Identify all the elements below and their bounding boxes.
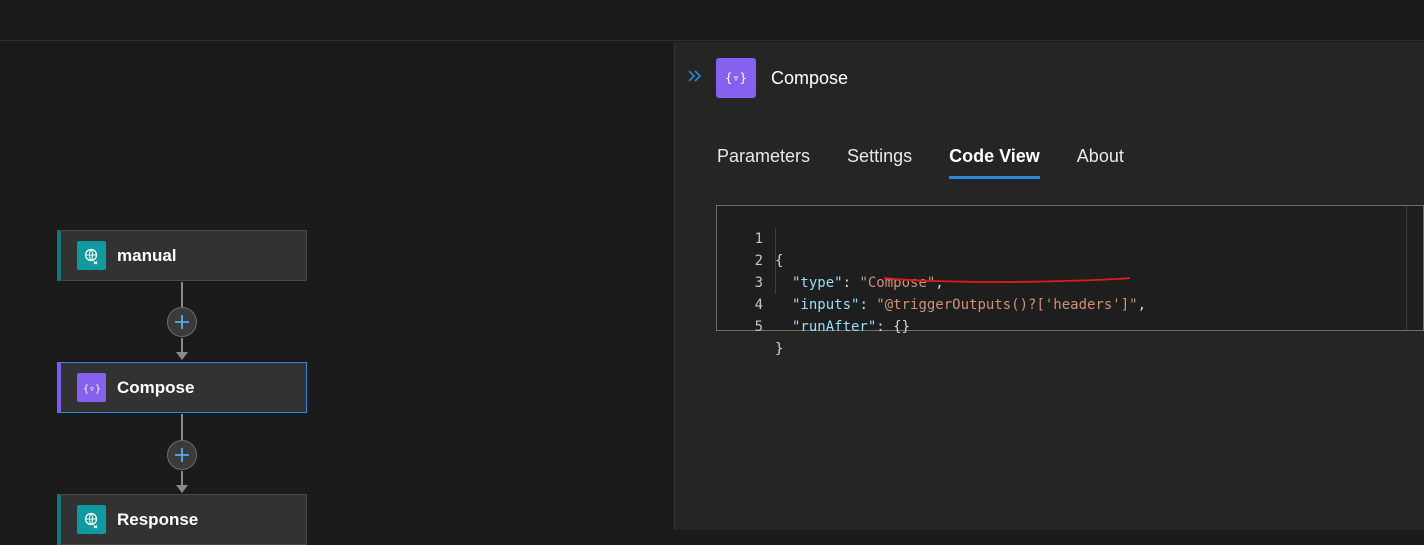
details-panel: {▿} Compose Parameters Settings Code Vie… <box>674 42 1424 530</box>
plus-icon <box>175 448 189 462</box>
flow-node-response[interactable]: Response <box>57 494 307 545</box>
compose-icon: {▿} <box>716 58 756 98</box>
flow-node-label: Response <box>117 509 199 529</box>
code-line: 3 "inputs": "@triggerOutputs()?['headers… <box>717 250 1146 313</box>
collapse-panel-button[interactable] <box>687 68 703 84</box>
code-line: 1 { <box>717 206 784 269</box>
svg-text:{▿}: {▿} <box>725 71 747 85</box>
svg-text:{▿}: {▿} <box>82 384 100 395</box>
insert-step-button[interactable] <box>167 440 197 470</box>
tab-parameters[interactable]: Parameters <box>717 146 810 179</box>
flow-node-label: Compose <box>117 377 195 397</box>
flow-node-manual[interactable]: manual <box>57 230 307 281</box>
red-underline-annotation <box>883 277 1131 283</box>
line-number: 5 <box>754 319 763 335</box>
double-chevron-right-icon <box>688 70 702 82</box>
panel-title: Compose <box>771 68 849 88</box>
editor-scrollbar[interactable] <box>1406 206 1423 330</box>
code-editor[interactable]: 1 { 2 "type": "Compose", 3 "inputs": "@t… <box>716 205 1424 357</box>
insert-step-button[interactable] <box>167 307 197 337</box>
arrow-down-icon <box>176 352 188 360</box>
designer-canvas[interactable]: manual {▿} Compose Response <box>0 42 674 545</box>
flow-node-label: manual <box>117 245 177 265</box>
code-line: 2 "type": "Compose", <box>717 228 944 291</box>
code-line: 4 "runAfter": {} <box>717 272 910 335</box>
code-line: 5 } <box>717 294 784 357</box>
compose-icon: {▿} <box>77 373 106 402</box>
panel-tabs: Parameters Settings Code View About <box>717 146 1161 179</box>
tab-settings[interactable]: Settings <box>847 146 912 179</box>
plus-icon <box>175 315 189 329</box>
tab-code-view[interactable]: Code View <box>949 146 1040 179</box>
tab-about[interactable]: About <box>1077 146 1124 179</box>
flow-node-compose[interactable]: {▿} Compose <box>57 362 307 413</box>
http-request-icon <box>77 241 106 270</box>
top-bar <box>0 0 1424 41</box>
arrow-down-icon <box>176 485 188 493</box>
